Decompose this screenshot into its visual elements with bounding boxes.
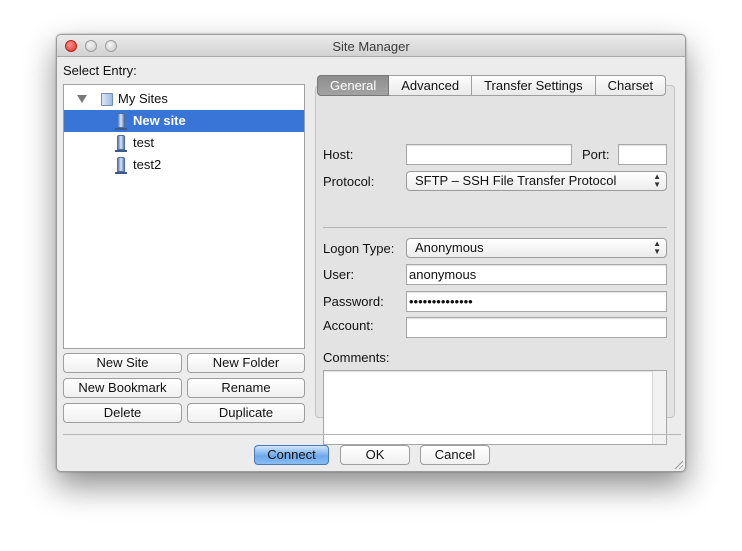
logon-type-label: Logon Type: bbox=[323, 241, 395, 256]
divider bbox=[323, 227, 667, 228]
tree-item-label: test bbox=[133, 135, 154, 150]
user-label: User: bbox=[323, 267, 355, 282]
port-input[interactable] bbox=[618, 144, 667, 165]
protocol-select[interactable]: SFTP – SSH File Transfer Protocol ▲ ▼ bbox=[406, 171, 667, 191]
folder-icon bbox=[101, 93, 113, 106]
connect-button[interactable]: Connect bbox=[254, 445, 329, 465]
window-title: Site Manager bbox=[332, 39, 410, 54]
port-label: Port: bbox=[582, 147, 610, 162]
cancel-button[interactable]: Cancel bbox=[420, 445, 490, 465]
site-icon bbox=[115, 157, 127, 174]
tree-item-my-sites[interactable]: My Sites bbox=[64, 88, 304, 110]
account-label: Account: bbox=[323, 318, 374, 333]
updown-arrows-icon: ▲ ▼ bbox=[653, 172, 661, 189]
tree-item-test2[interactable]: test2 bbox=[64, 154, 304, 176]
tree-item-label: My Sites bbox=[118, 91, 168, 106]
site-manager-window: Site Manager Select Entry: My Sites New … bbox=[56, 34, 686, 472]
tab-advanced[interactable]: Advanced bbox=[389, 75, 473, 96]
tree-item-new-site[interactable]: New site bbox=[64, 110, 304, 132]
ok-button[interactable]: OK bbox=[340, 445, 410, 465]
duplicate-button[interactable]: Duplicate bbox=[187, 403, 305, 423]
tab-transfer-settings[interactable]: Transfer Settings bbox=[472, 75, 596, 96]
account-input[interactable] bbox=[406, 317, 667, 338]
disclosure-triangle-icon[interactable] bbox=[77, 95, 87, 103]
footer-divider bbox=[63, 434, 681, 435]
tree-item-label: New site bbox=[133, 113, 186, 128]
new-site-button[interactable]: New Site bbox=[63, 353, 182, 373]
new-bookmark-button[interactable]: New Bookmark bbox=[63, 378, 182, 398]
tab-charset[interactable]: Charset bbox=[595, 75, 667, 96]
tab-bar: General Advanced Transfer Settings Chars… bbox=[317, 75, 667, 96]
rename-button[interactable]: Rename bbox=[187, 378, 305, 398]
resize-grip-icon[interactable] bbox=[673, 459, 683, 469]
site-icon bbox=[115, 113, 127, 130]
protocol-select-value: SFTP – SSH File Transfer Protocol bbox=[415, 173, 617, 188]
password-label: Password: bbox=[323, 294, 384, 309]
title-bar[interactable]: Site Manager bbox=[57, 35, 685, 57]
user-input[interactable] bbox=[406, 264, 667, 285]
logon-type-select-value: Anonymous bbox=[415, 240, 484, 255]
tree-item-label: test2 bbox=[133, 157, 162, 172]
site-tree[interactable]: My Sites New site test test2 bbox=[63, 84, 305, 349]
site-icon bbox=[115, 135, 127, 152]
password-input[interactable] bbox=[406, 291, 667, 312]
tree-item-test[interactable]: test bbox=[64, 132, 304, 154]
comments-label: Comments: bbox=[323, 350, 390, 365]
host-label: Host: bbox=[323, 147, 354, 162]
general-tab-panel: Host: Port: Protocol: SFTP – SSH File Tr… bbox=[315, 85, 675, 445]
protocol-label: Protocol: bbox=[323, 174, 375, 189]
tab-general[interactable]: General bbox=[317, 75, 390, 96]
updown-arrows-icon: ▲ ▼ bbox=[653, 239, 661, 256]
delete-button[interactable]: Delete bbox=[63, 403, 182, 423]
logon-type-select[interactable]: Anonymous ▲ ▼ bbox=[406, 238, 667, 258]
select-entry-label: Select Entry: bbox=[63, 63, 137, 78]
host-input[interactable] bbox=[406, 144, 572, 165]
new-folder-button[interactable]: New Folder bbox=[187, 353, 305, 373]
